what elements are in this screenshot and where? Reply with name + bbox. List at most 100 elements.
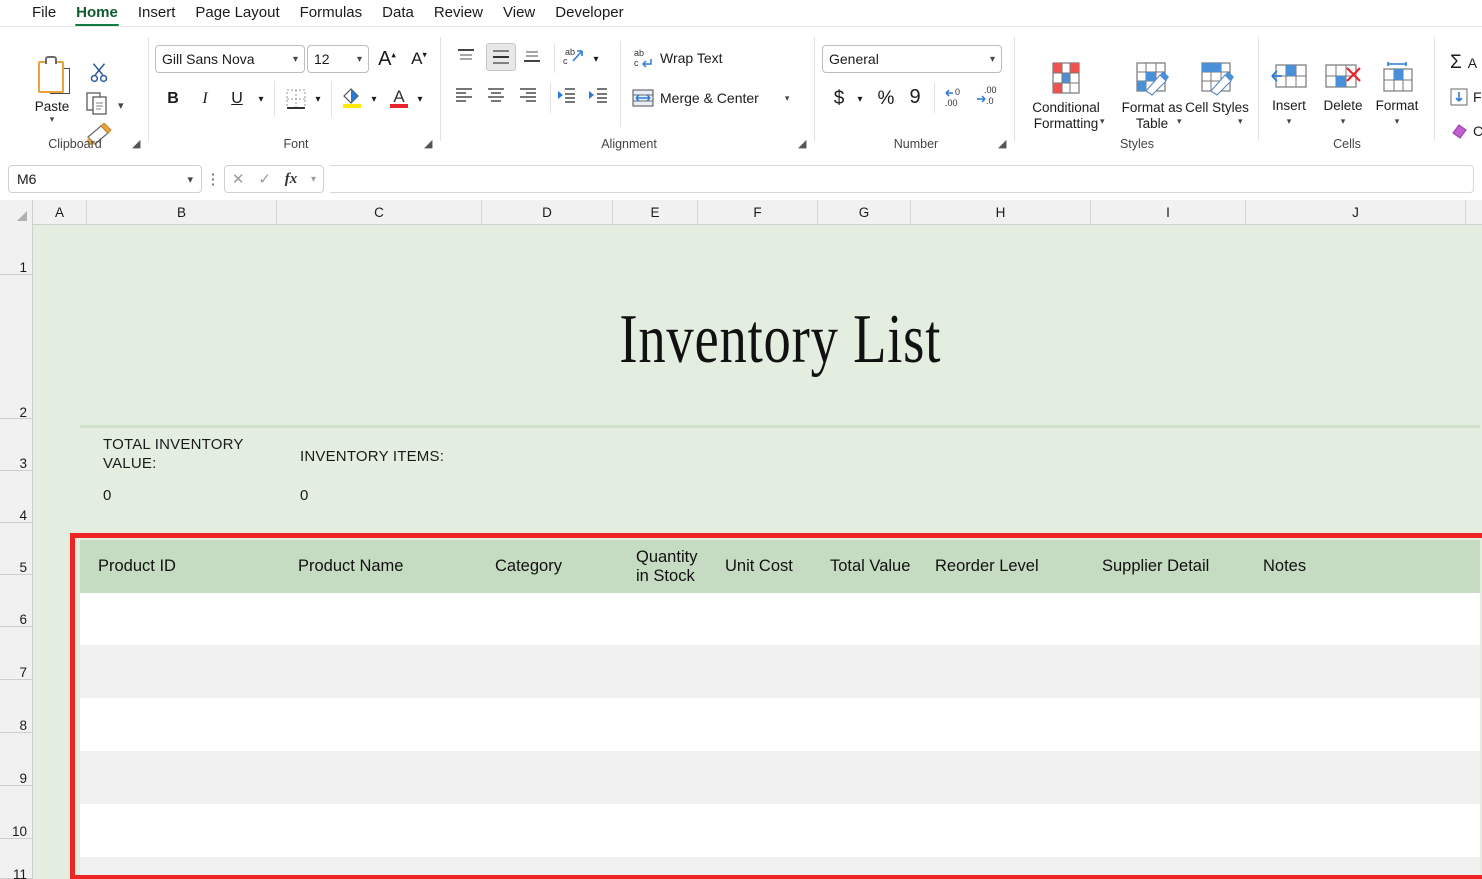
orientation-chevron-down-icon[interactable]: ▾ bbox=[588, 45, 604, 73]
percent-format-button[interactable]: % bbox=[874, 85, 898, 113]
fill-button[interactable]: F bbox=[1450, 83, 1482, 111]
decrease-decimal-button[interactable]: 0 .00 bbox=[940, 83, 970, 111]
borders-button[interactable] bbox=[282, 85, 310, 113]
name-box-chevron-down-icon[interactable]: ▾ bbox=[187, 173, 193, 186]
cell-styles-chevron-down-icon[interactable]: ▾ bbox=[1238, 116, 1243, 127]
column-header-j[interactable]: J bbox=[1246, 200, 1466, 225]
formula-bar-options-icon[interactable]: ⋮ bbox=[202, 170, 224, 188]
comma-format-button[interactable]: 9 bbox=[904, 83, 926, 111]
column-header-i[interactable]: I bbox=[1091, 200, 1246, 225]
align-center-button[interactable] bbox=[484, 85, 510, 109]
row-header-2[interactable]: 2 bbox=[0, 275, 33, 420]
tab-file[interactable]: File bbox=[22, 4, 66, 26]
clipboard-chevron-down-icon[interactable]: ▾ bbox=[118, 99, 124, 112]
format-cells-button[interactable]: Format ▾ bbox=[1366, 61, 1428, 127]
conditional-formatting-chevron-down-icon[interactable]: ▾ bbox=[1100, 116, 1105, 127]
tab-developer[interactable]: Developer bbox=[545, 4, 633, 26]
enter-icon[interactable]: ✓ bbox=[258, 170, 271, 188]
font-dialog-launcher-icon[interactable]: ◢ bbox=[424, 138, 436, 150]
insert-cells-button[interactable]: Insert ▾ bbox=[1258, 61, 1320, 127]
number-format-combo[interactable]: General ▾ bbox=[822, 45, 1002, 73]
increase-indent-button[interactable] bbox=[586, 85, 612, 109]
format-cells-chevron-down-icon[interactable]: ▾ bbox=[1395, 116, 1400, 127]
row-header-3[interactable]: 3 bbox=[0, 419, 33, 471]
decrease-indent-button[interactable] bbox=[554, 85, 580, 109]
borders-chevron-down-icon[interactable]: ▾ bbox=[310, 85, 326, 113]
cell-styles-button[interactable]: Cell Styles bbox=[1182, 61, 1252, 116]
shrink-font-button[interactable]: A▾ bbox=[404, 45, 434, 73]
font-size-chevron-down-icon[interactable]: ▾ bbox=[357, 54, 362, 65]
row-header-9[interactable]: 9 bbox=[0, 733, 33, 786]
sheet-canvas[interactable]: Inventory List TOTAL INVENTORY VALUE: 0 … bbox=[33, 225, 1482, 879]
underline-button[interactable]: U bbox=[224, 85, 250, 113]
formula-input[interactable] bbox=[330, 165, 1474, 193]
row-header-1[interactable]: 1 bbox=[0, 225, 33, 275]
select-all-corner[interactable] bbox=[0, 200, 33, 225]
row-header-5[interactable]: 5 bbox=[0, 523, 33, 575]
column-header-c[interactable]: C bbox=[277, 200, 482, 225]
conditional-formatting-button[interactable]: Conditional Formatting bbox=[1024, 61, 1108, 132]
tab-review[interactable]: Review bbox=[424, 4, 493, 26]
row-header-4[interactable]: 4 bbox=[0, 471, 33, 523]
formula-chevron-down-icon[interactable]: ▾ bbox=[311, 174, 316, 185]
row-header-11[interactable]: 11 bbox=[0, 839, 33, 879]
total-inventory-value[interactable]: 0 bbox=[103, 487, 111, 504]
font-name-combo[interactable]: Gill Sans Nova ▾ bbox=[155, 45, 305, 73]
bold-button[interactable]: B bbox=[160, 85, 186, 113]
number-format-chevron-down-icon[interactable]: ▾ bbox=[990, 54, 995, 65]
column-header-d[interactable]: D bbox=[482, 200, 613, 225]
sheet-title-cell[interactable]: Inventory List bbox=[80, 280, 1480, 400]
format-as-table-chevron-down-icon[interactable]: ▾ bbox=[1177, 116, 1182, 127]
paste-chevron-down-icon[interactable]: ▾ bbox=[50, 114, 55, 125]
scissors-icon[interactable] bbox=[88, 61, 110, 83]
name-box[interactable]: M6 ▾ bbox=[8, 165, 202, 193]
tab-page-layout[interactable]: Page Layout bbox=[185, 4, 289, 26]
align-bottom-button[interactable] bbox=[520, 45, 546, 69]
copy-icon[interactable] bbox=[85, 91, 111, 115]
accounting-chevron-down-icon[interactable]: ▾ bbox=[852, 85, 868, 113]
row-header-6[interactable]: 6 bbox=[0, 575, 33, 627]
tab-data[interactable]: Data bbox=[372, 4, 424, 26]
row-header-10[interactable]: 10 bbox=[0, 786, 33, 839]
column-header-a[interactable]: A bbox=[33, 200, 87, 225]
row-header-8[interactable]: 8 bbox=[0, 680, 33, 733]
column-header-h[interactable]: H bbox=[911, 200, 1091, 225]
font-color-button[interactable]: A bbox=[386, 83, 412, 111]
number-dialog-launcher-icon[interactable]: ◢ bbox=[998, 138, 1010, 150]
tab-view[interactable]: View bbox=[493, 4, 545, 26]
italic-button[interactable]: I bbox=[192, 85, 218, 113]
insert-cells-chevron-down-icon[interactable]: ▾ bbox=[1287, 116, 1292, 127]
alignment-dialog-launcher-icon[interactable]: ◢ bbox=[798, 138, 810, 150]
merge-center-button[interactable]: Merge & Center ▾ bbox=[632, 85, 789, 111]
fill-color-chevron-down-icon[interactable]: ▾ bbox=[366, 85, 382, 113]
tab-insert[interactable]: Insert bbox=[128, 4, 186, 26]
column-header-e[interactable]: E bbox=[613, 200, 698, 225]
align-left-button[interactable] bbox=[452, 85, 478, 109]
increase-decimal-button[interactable]: .00 .0 bbox=[972, 83, 1002, 111]
delete-cells-chevron-down-icon[interactable]: ▾ bbox=[1341, 116, 1346, 127]
fill-color-button[interactable] bbox=[338, 83, 366, 111]
autosum-button[interactable]: Σ A bbox=[1450, 49, 1482, 77]
tab-formulas[interactable]: Formulas bbox=[290, 4, 373, 26]
grow-font-button[interactable]: A▴ bbox=[372, 45, 402, 73]
column-header-f[interactable]: F bbox=[698, 200, 818, 225]
align-right-button[interactable] bbox=[516, 85, 542, 109]
insert-function-icon[interactable]: fx bbox=[285, 171, 298, 188]
align-middle-button[interactable] bbox=[486, 43, 516, 71]
orientation-button[interactable]: ab c bbox=[560, 45, 586, 69]
paste-button[interactable]: Paste ▾ bbox=[26, 55, 78, 125]
font-name-chevron-down-icon[interactable]: ▾ bbox=[293, 54, 298, 65]
delete-cells-button[interactable]: Delete ▾ bbox=[1312, 61, 1374, 127]
underline-chevron-down-icon[interactable]: ▾ bbox=[253, 85, 269, 113]
cancel-icon[interactable]: ✕ bbox=[232, 170, 245, 188]
row-header-7[interactable]: 7 bbox=[0, 627, 33, 680]
clipboard-dialog-launcher-icon[interactable]: ◢ bbox=[132, 138, 144, 150]
font-size-combo[interactable]: 12 ▾ bbox=[307, 45, 369, 73]
column-header-g[interactable]: G bbox=[818, 200, 911, 225]
accounting-format-button[interactable]: $ bbox=[828, 85, 850, 113]
tab-home[interactable]: Home bbox=[66, 4, 128, 26]
column-header-b[interactable]: B bbox=[87, 200, 277, 225]
font-color-chevron-down-icon[interactable]: ▾ bbox=[412, 85, 428, 113]
wrap-text-button[interactable]: ab c Wrap Text bbox=[632, 45, 723, 71]
align-top-button[interactable] bbox=[454, 45, 480, 69]
